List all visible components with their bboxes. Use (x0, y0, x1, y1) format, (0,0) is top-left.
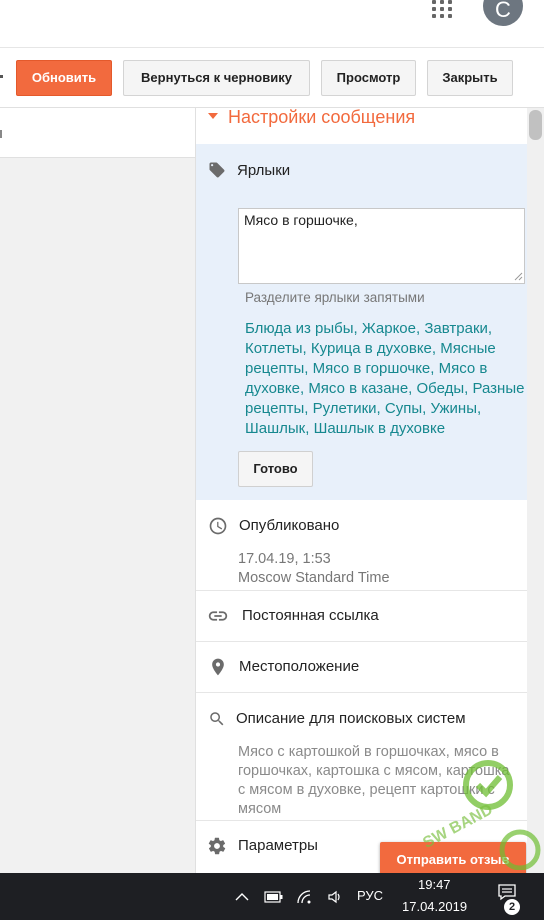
gear-icon (208, 837, 226, 855)
search-description-heading: Описание для поисковых систем (236, 710, 466, 727)
resize-grip-icon[interactable] (514, 272, 523, 281)
options-heading[interactable]: Параметры (238, 837, 318, 854)
collapse-triangle-icon (208, 113, 218, 120)
windows-taskbar: РУС 19:47 17.04.2019 2 (0, 873, 544, 920)
label-suggestion[interactable]: Супы (385, 400, 422, 417)
chevron-up-icon[interactable] (234, 889, 250, 905)
label-suggestions: Блюда из рыбы, Жаркое, Завтраки, Котлеты… (245, 320, 525, 437)
search-icon (210, 712, 224, 726)
location-pin-icon (212, 658, 224, 676)
label-suggestion[interactable]: Котлеты (245, 340, 303, 357)
volume-icon[interactable] (327, 889, 345, 905)
label-suggestion[interactable]: Мясо в горшочке (313, 360, 431, 377)
battery-icon[interactable] (264, 889, 284, 905)
close-button[interactable]: Закрыть (427, 60, 513, 96)
scrollbar-track[interactable] (527, 108, 544, 873)
editor-toolbar: Обновить Вернуться к черновику Просмотр … (0, 47, 544, 108)
top-bar: C (0, 0, 544, 47)
label-suggestion[interactable]: Блюда из рыбы (245, 320, 354, 337)
location-row[interactable]: Местоположение (196, 641, 527, 692)
clock-icon (209, 517, 227, 535)
permalink-row[interactable]: Постоянная ссылка (196, 590, 527, 641)
published-timezone: Moscow Standard Time (238, 570, 390, 586)
link-icon (208, 611, 228, 621)
label-suggestion[interactable]: Шашлык в духовке (314, 420, 446, 437)
labels-section: Ярлыки Мясо в горшочке, Разделите ярлыки… (196, 144, 527, 500)
done-button[interactable]: Готово (238, 451, 313, 487)
label-suggestion[interactable]: Рулетики (313, 400, 377, 417)
published-heading: Опубликовано (239, 517, 340, 534)
editor-area (0, 108, 195, 873)
labels-heading[interactable]: Ярлыки (237, 162, 290, 179)
post-settings-panel: Настройки сообщения Ярлыки Мясо в горшоч… (195, 108, 527, 873)
published-date: 17.04.19, 1:53 (238, 551, 331, 567)
revert-to-draft-button[interactable]: Вернуться к черновику (123, 60, 310, 96)
strip-marker (0, 130, 2, 138)
wifi-icon[interactable] (296, 889, 314, 905)
label-suggestion[interactable]: Мясо в казане (308, 380, 408, 397)
clock-date[interactable]: 17.04.2019 (402, 899, 467, 914)
avatar[interactable]: C (483, 0, 523, 26)
editor-top-strip (0, 108, 195, 158)
apps-grid-icon[interactable] (432, 0, 454, 18)
preview-button[interactable]: Просмотр (321, 60, 416, 96)
tag-icon (209, 162, 225, 178)
label-suggestion[interactable]: Шашлык (245, 420, 305, 437)
permalink-heading: Постоянная ссылка (242, 607, 379, 624)
clock-time[interactable]: 19:47 (418, 877, 451, 892)
post-settings-heading[interactable]: Настройки сообщения (208, 108, 415, 126)
label-suggestion[interactable]: Жаркое (362, 320, 416, 337)
label-suggestion[interactable]: Обеды (417, 380, 465, 397)
label-suggestion[interactable]: Курица в духовке (311, 340, 432, 357)
label-suggestion[interactable]: Завтраки (424, 320, 488, 337)
scrollbar-thumb[interactable] (529, 110, 542, 140)
update-button[interactable]: Обновить (16, 60, 112, 96)
toolbar-edge-mark (0, 75, 3, 78)
labels-hint: Разделите ярлыки запятыми (245, 290, 425, 305)
options-row: Параметры Отправить отзыв (196, 820, 527, 873)
location-heading: Местоположение (239, 658, 360, 675)
published-row[interactable]: Опубликовано 17.04.19, 1:53 Moscow Stand… (196, 500, 527, 590)
language-indicator[interactable]: РУС (357, 888, 383, 903)
search-description-row[interactable]: Описание для поисковых систем Мясо с кар… (196, 692, 527, 820)
notification-count-badge: 2 (504, 899, 520, 915)
post-settings-title: Настройки сообщения (228, 108, 416, 127)
label-suggestion[interactable]: Ужины (430, 400, 477, 417)
send-feedback-button[interactable]: Отправить отзыв (380, 842, 526, 873)
labels-input[interactable]: Мясо в горшочке, (238, 208, 525, 284)
